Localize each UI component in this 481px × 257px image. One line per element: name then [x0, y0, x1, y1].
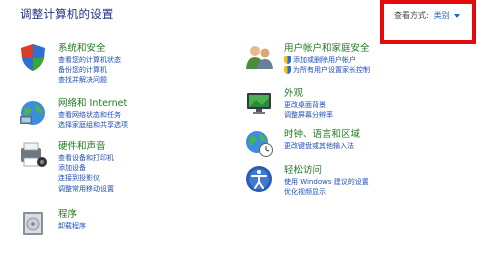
programs-icon[interactable]	[18, 208, 48, 238]
category-heading[interactable]: 轻松访问	[284, 164, 369, 177]
category-link[interactable]: 使用 Windows 建议的设置	[284, 177, 369, 187]
category-link[interactable]: 查看您的计算机状态	[58, 55, 121, 65]
category-heading[interactable]: 硬件和声音	[58, 140, 114, 153]
category-link[interactable]: 调整常用移动设置	[58, 184, 114, 194]
uac-shield-icon	[284, 56, 291, 65]
category-heading[interactable]: 程序	[58, 208, 86, 221]
category-link[interactable]: 更改键盘或其他输入法	[284, 141, 360, 151]
hardware-sound-icon[interactable]	[18, 140, 48, 170]
category-link[interactable]: 添加设备	[58, 163, 114, 173]
uac-shield-icon	[284, 66, 291, 75]
user-accounts-icon[interactable]	[244, 42, 274, 72]
category-link[interactable]: 调整屏幕分辨率	[284, 110, 333, 120]
category-link[interactable]: 备份您的计算机	[58, 65, 121, 75]
category-heading[interactable]: 系统和安全	[58, 42, 121, 55]
category-link[interactable]: 查看网络状态和任务	[58, 110, 128, 120]
category-link[interactable]: 查看设备和打印机	[58, 153, 114, 163]
category-link[interactable]: 更改桌面背景	[284, 100, 333, 110]
category-link[interactable]: 卸载程序	[58, 221, 86, 231]
category-link-label[interactable]: 添加或删除用户帐户	[293, 55, 356, 65]
category-link[interactable]: 查找并解决问题	[58, 75, 121, 85]
category-link-label[interactable]: 为所有用户设置家长控制	[293, 65, 370, 75]
category-heading[interactable]: 网络和 Internet	[58, 97, 128, 110]
appearance-icon[interactable]	[244, 87, 274, 117]
category-link[interactable]: 为所有用户设置家长控制	[284, 65, 370, 75]
category-link[interactable]: 添加或删除用户帐户	[284, 55, 370, 65]
system-security-icon[interactable]	[18, 42, 48, 72]
category-heading[interactable]: 用户帐户和家庭安全	[284, 42, 370, 55]
clock-language-icon[interactable]	[244, 128, 274, 158]
category-heading[interactable]: 外观	[284, 87, 333, 100]
category-link[interactable]: 连接到投影仪	[58, 173, 114, 183]
category-link[interactable]: 选择家庭组和共享选项	[58, 120, 128, 130]
category-link[interactable]: 优化视频显示	[284, 187, 369, 197]
highlight-box	[380, 0, 476, 44]
ease-of-access-icon[interactable]	[244, 164, 274, 194]
page-title: 调整计算机的设置	[20, 7, 114, 21]
network-icon[interactable]	[18, 97, 48, 127]
category-heading[interactable]: 时钟、语言和区域	[284, 128, 360, 141]
